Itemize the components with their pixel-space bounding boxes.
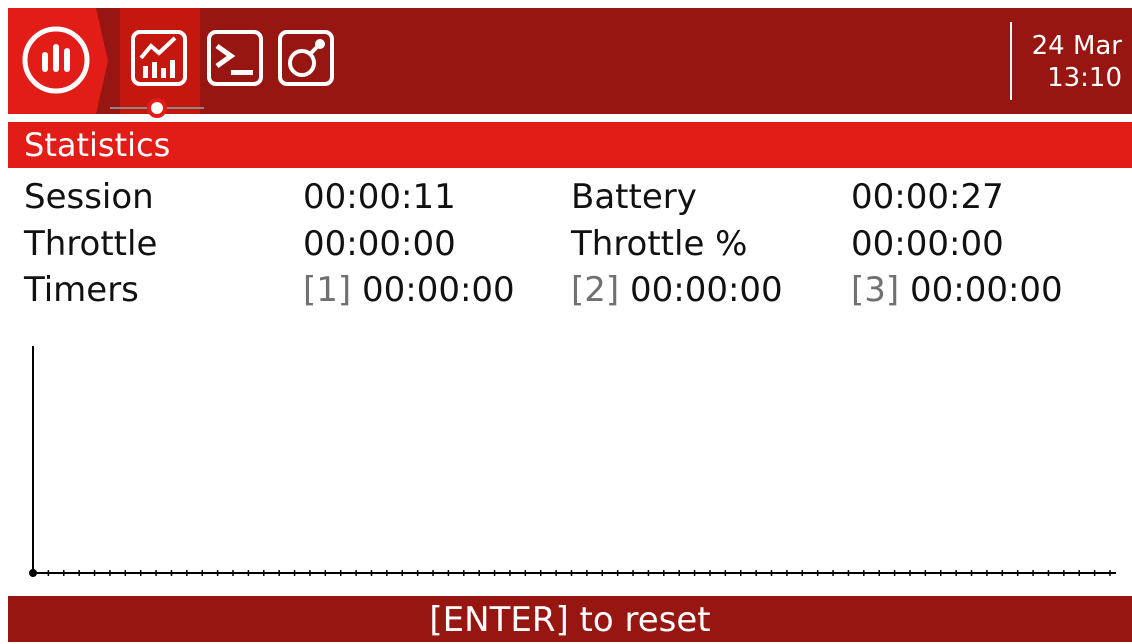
throttle-percent-label: Throttle % bbox=[571, 224, 748, 264]
throttle-percent-value: 00:00:00 bbox=[851, 224, 1004, 264]
tab-analogs[interactable] bbox=[274, 26, 338, 90]
timer-1-index: [1] bbox=[303, 270, 352, 310]
timer-1: [1] 00:00:00 bbox=[303, 270, 515, 310]
throttle-label: Throttle bbox=[24, 224, 158, 264]
timer-1-value: 00:00:00 bbox=[361, 270, 515, 310]
radio-menu-button[interactable] bbox=[8, 8, 108, 114]
statistics-chart-icon bbox=[131, 30, 187, 86]
tab-debug[interactable] bbox=[203, 26, 267, 90]
battery-value: 00:00:27 bbox=[851, 177, 1004, 217]
throttle-history-chart bbox=[29, 346, 1116, 577]
timer-3-value: 00:00:00 bbox=[909, 270, 1063, 310]
title-bar: Statistics bbox=[8, 122, 1132, 168]
session-value: 00:00:11 bbox=[303, 177, 456, 217]
tab-statistics[interactable] bbox=[127, 26, 191, 90]
timer-3: [3] 00:00:00 bbox=[851, 270, 1063, 310]
terminal-icon bbox=[207, 30, 263, 86]
active-tab-indicator bbox=[110, 98, 204, 118]
stick-check-icon bbox=[278, 30, 334, 86]
clock-time: 13:10 bbox=[1047, 63, 1122, 93]
footer-bar[interactable]: [ENTER] to reset bbox=[8, 596, 1132, 642]
clock-date: 24 Mar bbox=[1031, 31, 1122, 61]
timer-2: [2] 00:00:00 bbox=[571, 270, 783, 310]
timer-3-index: [3] bbox=[851, 270, 900, 310]
timers-label: Timers bbox=[24, 270, 139, 310]
chart-origin-dot bbox=[29, 569, 37, 577]
session-label: Session bbox=[24, 177, 154, 217]
clock: 24 Mar 13:10 bbox=[1010, 22, 1122, 100]
page-title: Statistics bbox=[24, 126, 171, 164]
timer-2-index: [2] bbox=[571, 270, 620, 310]
reset-hint: [ENTER] to reset bbox=[429, 600, 711, 640]
throttle-value: 00:00:00 bbox=[303, 224, 456, 264]
battery-label: Battery bbox=[571, 177, 697, 217]
timer-2-value: 00:00:00 bbox=[629, 270, 783, 310]
